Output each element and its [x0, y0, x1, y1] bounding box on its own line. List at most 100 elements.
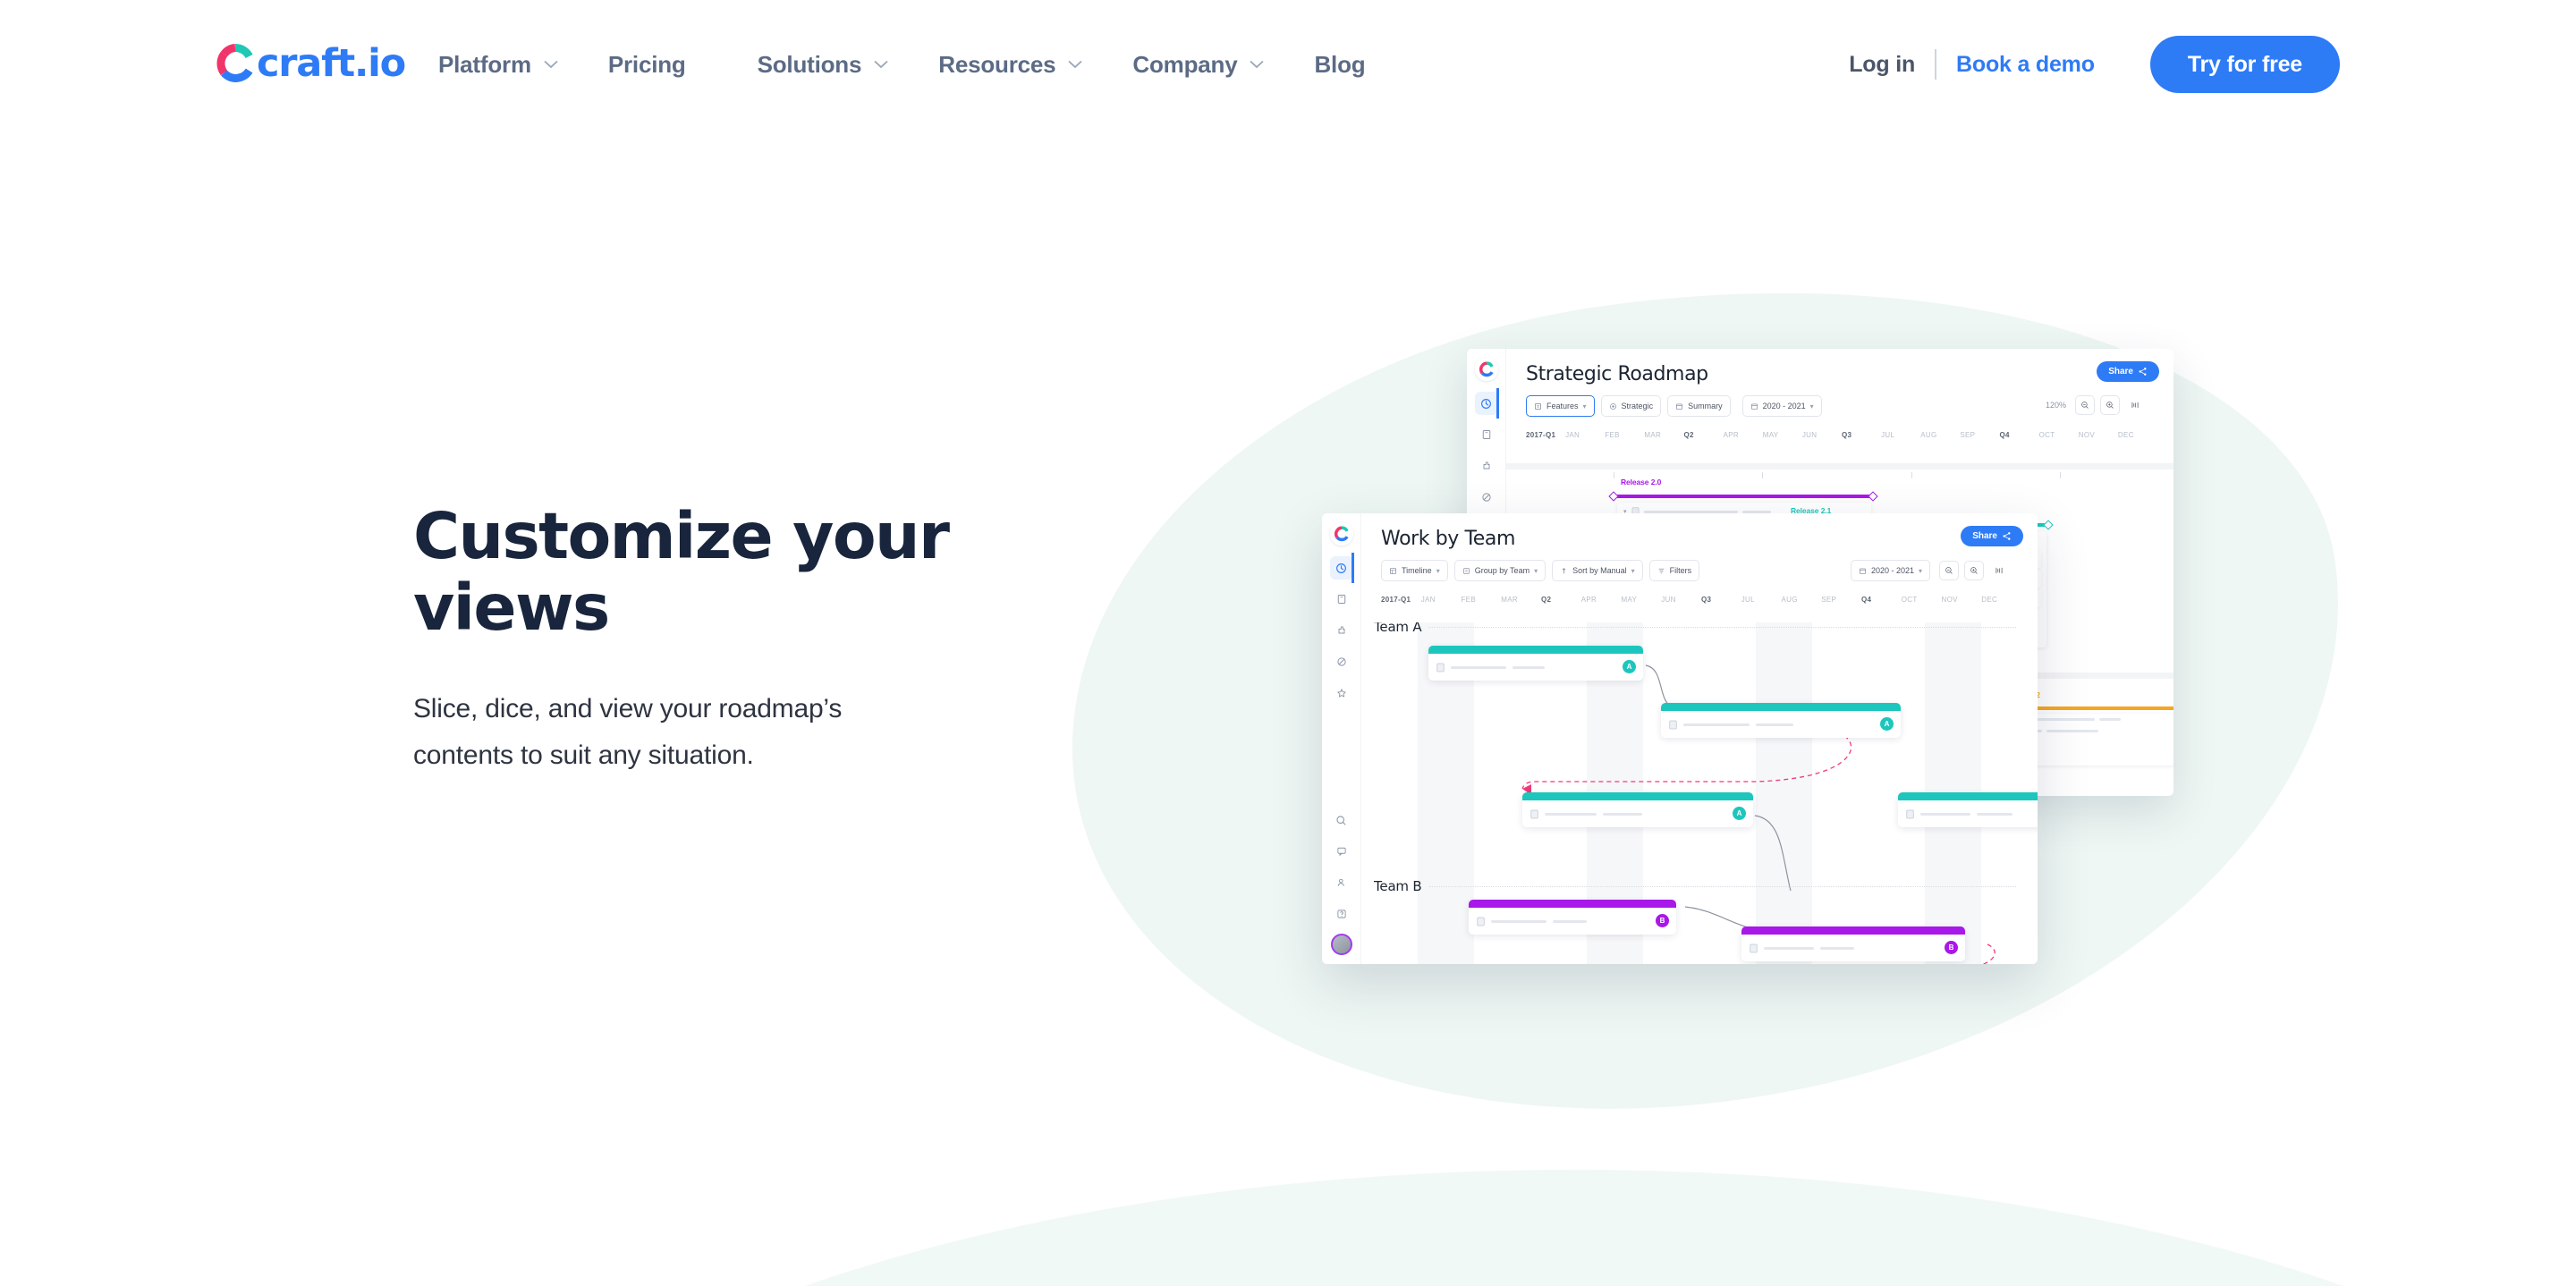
skeleton-line [2046, 730, 2098, 732]
chevron-down-icon [1068, 60, 1083, 69]
chip-timeline[interactable]: Timeline ▾ [1381, 560, 1448, 581]
book-demo-link[interactable]: Book a demo [1956, 52, 2095, 78]
skeleton-line [1491, 919, 1546, 923]
share-label: Share [2108, 367, 2133, 376]
chip-summary[interactable]: Summary [1667, 395, 1731, 417]
hero-copy: Customize your views Slice, dice, and vi… [413, 501, 986, 778]
nav-item-solutions[interactable]: Solutions [758, 51, 889, 79]
axis-tick: FEB [1461, 595, 1476, 604]
nav-label: Blog [1314, 50, 1366, 78]
document-icon[interactable] [1475, 423, 1498, 446]
chip-group-by-team[interactable]: Group by Team ▾ [1453, 560, 1546, 581]
zoom-out-icon[interactable] [1939, 561, 1959, 580]
share-button-front[interactable]: Share [1961, 526, 2023, 546]
try-for-free-button[interactable]: Try for free [2149, 36, 2340, 93]
chevron-down-icon [1250, 60, 1265, 69]
roadmap-toolbar-back: Features ▾ Strategic Summary 2020 - 2021… [1526, 395, 2157, 417]
release-label-2-0[interactable]: Release 2.0 [1621, 478, 1661, 486]
roadmap-body-front: Work by Team Share Timeline ▾ Group by T… [1361, 513, 2038, 964]
craft-logo-c-icon [216, 43, 253, 82]
share-button-back[interactable]: Share [2097, 361, 2159, 382]
timeline-item-card[interactable]: B [1741, 926, 1965, 961]
milestone-knob-end[interactable] [2043, 520, 2054, 530]
chip-label: Sort by Manual [1572, 566, 1627, 575]
star-icon[interactable] [1330, 681, 1353, 705]
chip-sort-by-manual[interactable]: Sort by Manual ▾ [1552, 560, 1643, 581]
nav-item-platform[interactable]: Platform [438, 51, 558, 79]
logo-wordmark: craft.io [257, 41, 406, 86]
chip-date-range-back[interactable]: 2020 - 2021 ▾ [1741, 395, 1822, 417]
item-color-bar [1898, 792, 2038, 800]
fit-icon[interactable] [2125, 395, 2145, 415]
user-avatar[interactable] [1330, 934, 1352, 955]
blocked-icon[interactable] [1330, 650, 1353, 673]
zoom-in-icon[interactable] [2100, 395, 2120, 415]
document-icon [1477, 917, 1485, 926]
nav-item-resources[interactable]: Resources [938, 51, 1083, 79]
login-link[interactable]: Log in [1849, 52, 1915, 78]
roadmap-icon[interactable] [1329, 553, 1354, 583]
nav-item-company[interactable]: Company [1132, 51, 1265, 79]
axis-tick: FEB [1605, 430, 1620, 439]
roadmap-title-front: Work by Team [1381, 528, 1516, 550]
craft-logo-c-icon [1479, 361, 1494, 377]
item-color-bar [1522, 792, 1753, 800]
help-icon[interactable] [1330, 902, 1353, 926]
invite-user-icon[interactable] [1330, 871, 1353, 894]
chip-date-range-front[interactable]: 2020 - 2021 ▾ [1850, 560, 1930, 581]
mock-work-by-team[interactable]: Work by Team Share Timeline ▾ Group by T… [1322, 513, 2038, 964]
item-row [1898, 800, 2038, 827]
search-icon[interactable] [1330, 808, 1353, 832]
axis-tick: Q3 [1701, 595, 1712, 604]
avatar[interactable]: B [1656, 914, 1669, 927]
list-icon [1535, 402, 1541, 410]
milestone-knob-end[interactable] [1868, 491, 1878, 502]
blocked-icon[interactable] [1475, 486, 1498, 509]
share-label: Share [1972, 531, 1997, 541]
grid-col [1361, 622, 1418, 964]
timeline-item-card[interactable] [1898, 792, 2038, 827]
chip-label: Timeline [1402, 566, 1432, 575]
axis-tick: SEP [1821, 595, 1837, 604]
avatar[interactable]: A [1880, 717, 1894, 731]
timeline-item-card[interactable]: A [1522, 792, 1753, 827]
puzzle-icon[interactable] [1475, 454, 1498, 478]
avatar[interactable]: A [1733, 807, 1746, 820]
axis-tick: AUG [1781, 595, 1798, 604]
item-row: A [1428, 654, 1643, 681]
timeline-item-card[interactable]: A [1661, 703, 1901, 738]
axis-tick: APR [1723, 430, 1739, 439]
timeline-item-card[interactable]: B [1469, 900, 1676, 935]
item-row: A [1522, 800, 1753, 827]
zoom-out-icon[interactable] [2075, 395, 2095, 415]
avatar[interactable]: B [1945, 941, 1958, 954]
axis-tick: Q4 [1861, 595, 1872, 604]
timeline-axis-front: 2017-Q1 JAN FEB MAR Q2 APR MAY JUN Q3 JU… [1381, 592, 2021, 606]
avatar[interactable]: A [1623, 660, 1636, 673]
skeleton-line [1920, 812, 1970, 816]
chip-strategic[interactable]: Strategic [1600, 395, 1662, 417]
craft-logo-icon[interactable] [1474, 358, 1498, 381]
chip-label: Summary [1688, 402, 1723, 410]
roadmap-icon[interactable] [1474, 388, 1499, 419]
zoom-in-icon[interactable] [1964, 561, 1984, 580]
skeleton-line [1683, 723, 1750, 726]
app-rail-front [1322, 513, 1361, 964]
puzzle-icon[interactable] [1330, 619, 1353, 642]
nav-item-pricing[interactable]: Pricing [608, 51, 686, 79]
timeline-item-card[interactable]: A [1428, 646, 1643, 681]
craft-logo-icon[interactable] [1329, 522, 1353, 546]
chip-filters[interactable]: Filters [1648, 560, 1700, 581]
nav-item-blog[interactable]: Blog [1314, 51, 1365, 79]
fit-icon[interactable] [1989, 561, 2009, 580]
background-wave-mint [411, 1170, 2576, 1286]
document-icon[interactable] [1330, 588, 1353, 611]
milestone-knob-start[interactable] [1608, 491, 1619, 502]
hero-subtitle: Slice, dice, and view your roadmap’s con… [413, 686, 986, 778]
chip-label: Strategic [1621, 402, 1654, 410]
craft-logo-c-icon [1334, 526, 1349, 542]
craft-io-logo[interactable]: craft.io [215, 41, 406, 86]
chip-features[interactable]: Features ▾ [1526, 395, 1595, 417]
chevron-down-icon [544, 60, 558, 69]
feedback-icon[interactable] [1330, 840, 1353, 863]
